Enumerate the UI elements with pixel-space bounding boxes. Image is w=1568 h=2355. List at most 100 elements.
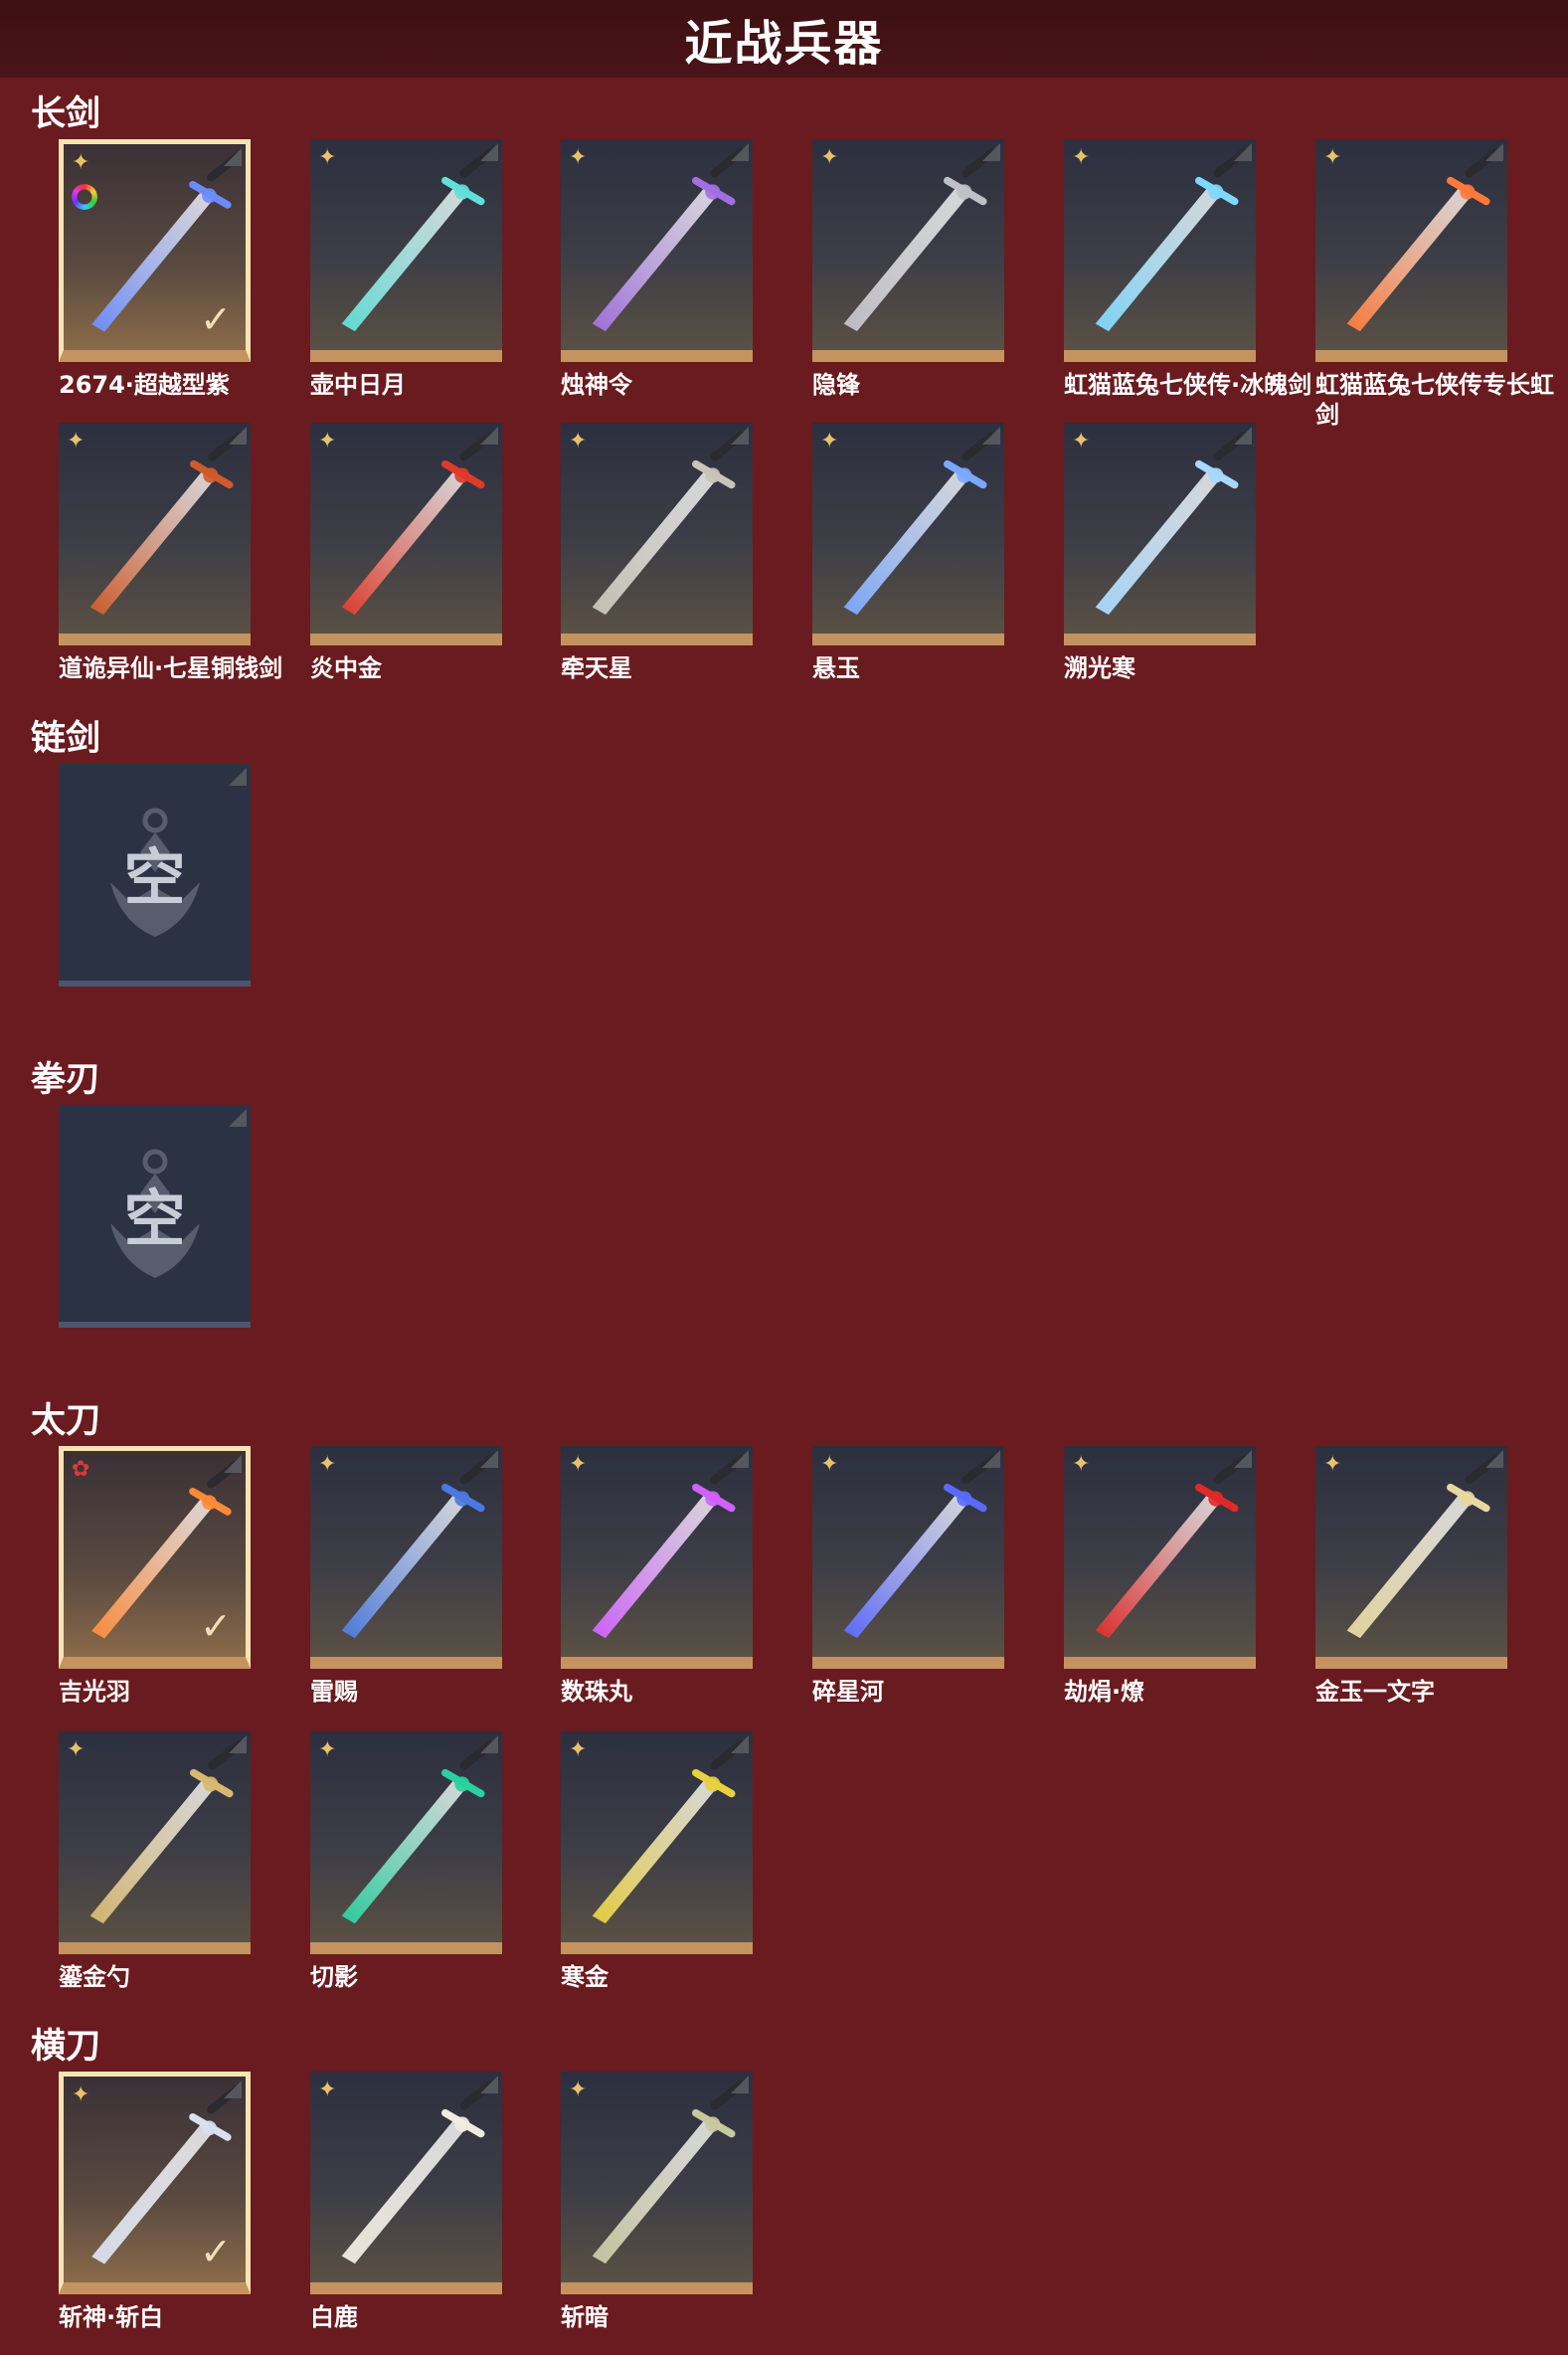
- weapon-card[interactable]: ✦ 斩暗: [561, 2072, 753, 2332]
- weapon-tile: ✿ ✓: [59, 1446, 251, 1669]
- weapon-tile: ✦: [1315, 139, 1507, 362]
- checkmark-icon: ✓: [200, 2230, 232, 2273]
- weapon-card[interactable]: ✦ 寒金: [561, 1731, 753, 1992]
- weapon-card[interactable]: ✦ 烛神令: [561, 139, 753, 400]
- weapon-image: [341, 1739, 495, 1924]
- weapon-card[interactable]: ✦ 牵天星: [561, 423, 753, 683]
- weapon-card[interactable]: ✦ 雷赐: [310, 1446, 502, 1707]
- weapon-tile: ✦: [59, 423, 251, 645]
- weapon-image: [592, 1739, 746, 1924]
- weapon-tile: ✦ ✓: [59, 2072, 251, 2294]
- weapon-tile: ✦ ✓: [59, 139, 251, 362]
- weapon-name: 雷赐: [310, 1678, 358, 1706]
- weapon-tile: ✦: [812, 139, 1004, 362]
- weapon-name: 鎏金勺: [59, 1963, 130, 1991]
- weapon-image: [1095, 1454, 1249, 1639]
- gold-star-icon: ✦: [1072, 429, 1091, 453]
- weapon-name: 斩暗: [561, 2303, 609, 2331]
- weapon-card[interactable]: ✦ 炎中金: [310, 423, 502, 683]
- gold-star-icon: ✦: [820, 1452, 839, 1477]
- category-heading: 长剑: [31, 94, 101, 134]
- weapon-card[interactable]: ✦ ✓ 2674·超越型紫: [59, 139, 251, 400]
- weapon-name: 牵天星: [561, 654, 632, 682]
- weapon-name: 2674·超越型紫: [59, 371, 230, 399]
- gold-star-icon: ✦: [569, 429, 588, 453]
- weapon-card[interactable]: ✦ 劫焆·燎: [1064, 1446, 1256, 1707]
- weapon-card[interactable]: ✦ 切影: [310, 1731, 502, 1992]
- weapon-name: 悬玉: [812, 654, 860, 682]
- gold-star-icon: ✦: [318, 429, 337, 453]
- empty-slot[interactable]: 空: [59, 1105, 251, 1328]
- weapon-card[interactable]: ✦ 溯光寒: [1064, 423, 1256, 683]
- gold-star-icon: ✦: [318, 1737, 337, 1762]
- gold-star-icon: ✦: [1323, 145, 1342, 170]
- weapon-card[interactable]: ✦ 道诡异仙·七星铜钱剑: [59, 423, 283, 683]
- weapon-image: [89, 1739, 244, 1924]
- weapon-image: [341, 431, 495, 616]
- weapon-image: [843, 431, 997, 616]
- weapon-tile: ✦: [812, 1446, 1004, 1669]
- weapon-name: 虹猫蓝兔七侠传·冰魄剑: [1064, 371, 1312, 399]
- weapon-image: [1095, 147, 1249, 332]
- weapon-name: 炎中金: [310, 654, 382, 682]
- page-title: 近战兵器: [684, 16, 884, 72]
- gold-star-icon: ✦: [569, 2078, 588, 2102]
- gold-star-icon: ✦: [318, 145, 337, 170]
- weapon-tile: ✦: [59, 1731, 251, 1954]
- weapon-card[interactable]: ✦ 鎏金勺: [59, 1731, 251, 1992]
- weapon-card[interactable]: ✦ 虹猫蓝兔七侠传专长虹剑: [1315, 139, 1554, 430]
- category-heading: 太刀: [31, 1401, 101, 1441]
- weapon-tile: ✦: [310, 2072, 502, 2294]
- gold-star-icon: ✦: [820, 145, 839, 170]
- gold-star-icon: ✦: [72, 2083, 90, 2107]
- weapon-name: 碎星河: [812, 1678, 884, 1706]
- weapon-name: 金玉一文字: [1315, 1678, 1435, 1706]
- weapon-tile: ✦: [561, 423, 753, 645]
- category-heading: 链剑: [31, 719, 101, 759]
- weapon-card[interactable]: ✦ 白鹿: [310, 2072, 502, 2332]
- weapon-tile: ✦: [310, 139, 502, 362]
- gold-star-icon: ✦: [569, 1737, 588, 1762]
- weapon-card[interactable]: ✦ 碎星河: [812, 1446, 1004, 1707]
- gold-star-icon: ✦: [318, 1452, 337, 1477]
- weapon-name: 斩神·斩白: [59, 2303, 164, 2331]
- empty-slot-label: 空: [123, 1182, 186, 1255]
- weapon-tile: ✦: [561, 1446, 753, 1669]
- empty-slot[interactable]: 空: [59, 764, 251, 987]
- weapon-card[interactable]: ✦ ✓ 斩神·斩白: [59, 2072, 251, 2332]
- empty-slot-tile: 空: [59, 764, 251, 987]
- weapon-card[interactable]: ✦ 悬玉: [812, 423, 1004, 683]
- weapon-tile: ✦: [561, 139, 753, 362]
- weapon-name: 道诡异仙·七星铜钱剑: [59, 654, 283, 682]
- rainbow-dye-icon: [72, 184, 97, 210]
- weapon-tile: ✦: [1064, 1446, 1256, 1669]
- corner-mark-icon: [229, 768, 247, 786]
- empty-slot-tile: 空: [59, 1105, 251, 1328]
- checkmark-icon: ✓: [200, 1604, 232, 1648]
- weapon-image: [592, 2080, 746, 2264]
- weapon-tile: ✦: [561, 2072, 753, 2294]
- weapon-tile: ✦: [310, 1731, 502, 1954]
- weapon-image: [843, 1454, 997, 1639]
- weapon-image: [1095, 431, 1249, 616]
- weapon-image: [592, 431, 746, 616]
- weapon-image: [341, 147, 495, 332]
- weapon-card[interactable]: ✦ 数珠丸: [561, 1446, 753, 1707]
- gold-star-icon: ✦: [72, 150, 90, 175]
- weapon-card[interactable]: ✿ ✓ 吉光羽: [59, 1446, 251, 1707]
- weapon-name: 虹猫蓝兔七侠传专长虹剑: [1315, 371, 1554, 429]
- corner-mark-icon: [229, 1109, 247, 1127]
- weapon-card[interactable]: ✦ 金玉一文字: [1315, 1446, 1507, 1707]
- gold-star-icon: ✦: [67, 1737, 86, 1762]
- gold-star-icon: ✦: [318, 2078, 337, 2102]
- weapon-name: 寒金: [561, 1963, 609, 1991]
- weapon-card[interactable]: ✦ 隐锋: [812, 139, 1004, 400]
- weapon-name: 烛神令: [561, 371, 632, 399]
- weapon-tile: ✦: [1064, 139, 1256, 362]
- weapon-card[interactable]: ✦ 壶中日月: [310, 139, 502, 400]
- weapon-image: [341, 1454, 495, 1639]
- weapon-image: [592, 147, 746, 332]
- weapon-card[interactable]: ✦ 虹猫蓝兔七侠传·冰魄剑: [1064, 139, 1311, 400]
- weapon-name: 劫焆·燎: [1064, 1678, 1145, 1706]
- weapon-image: [341, 2080, 495, 2264]
